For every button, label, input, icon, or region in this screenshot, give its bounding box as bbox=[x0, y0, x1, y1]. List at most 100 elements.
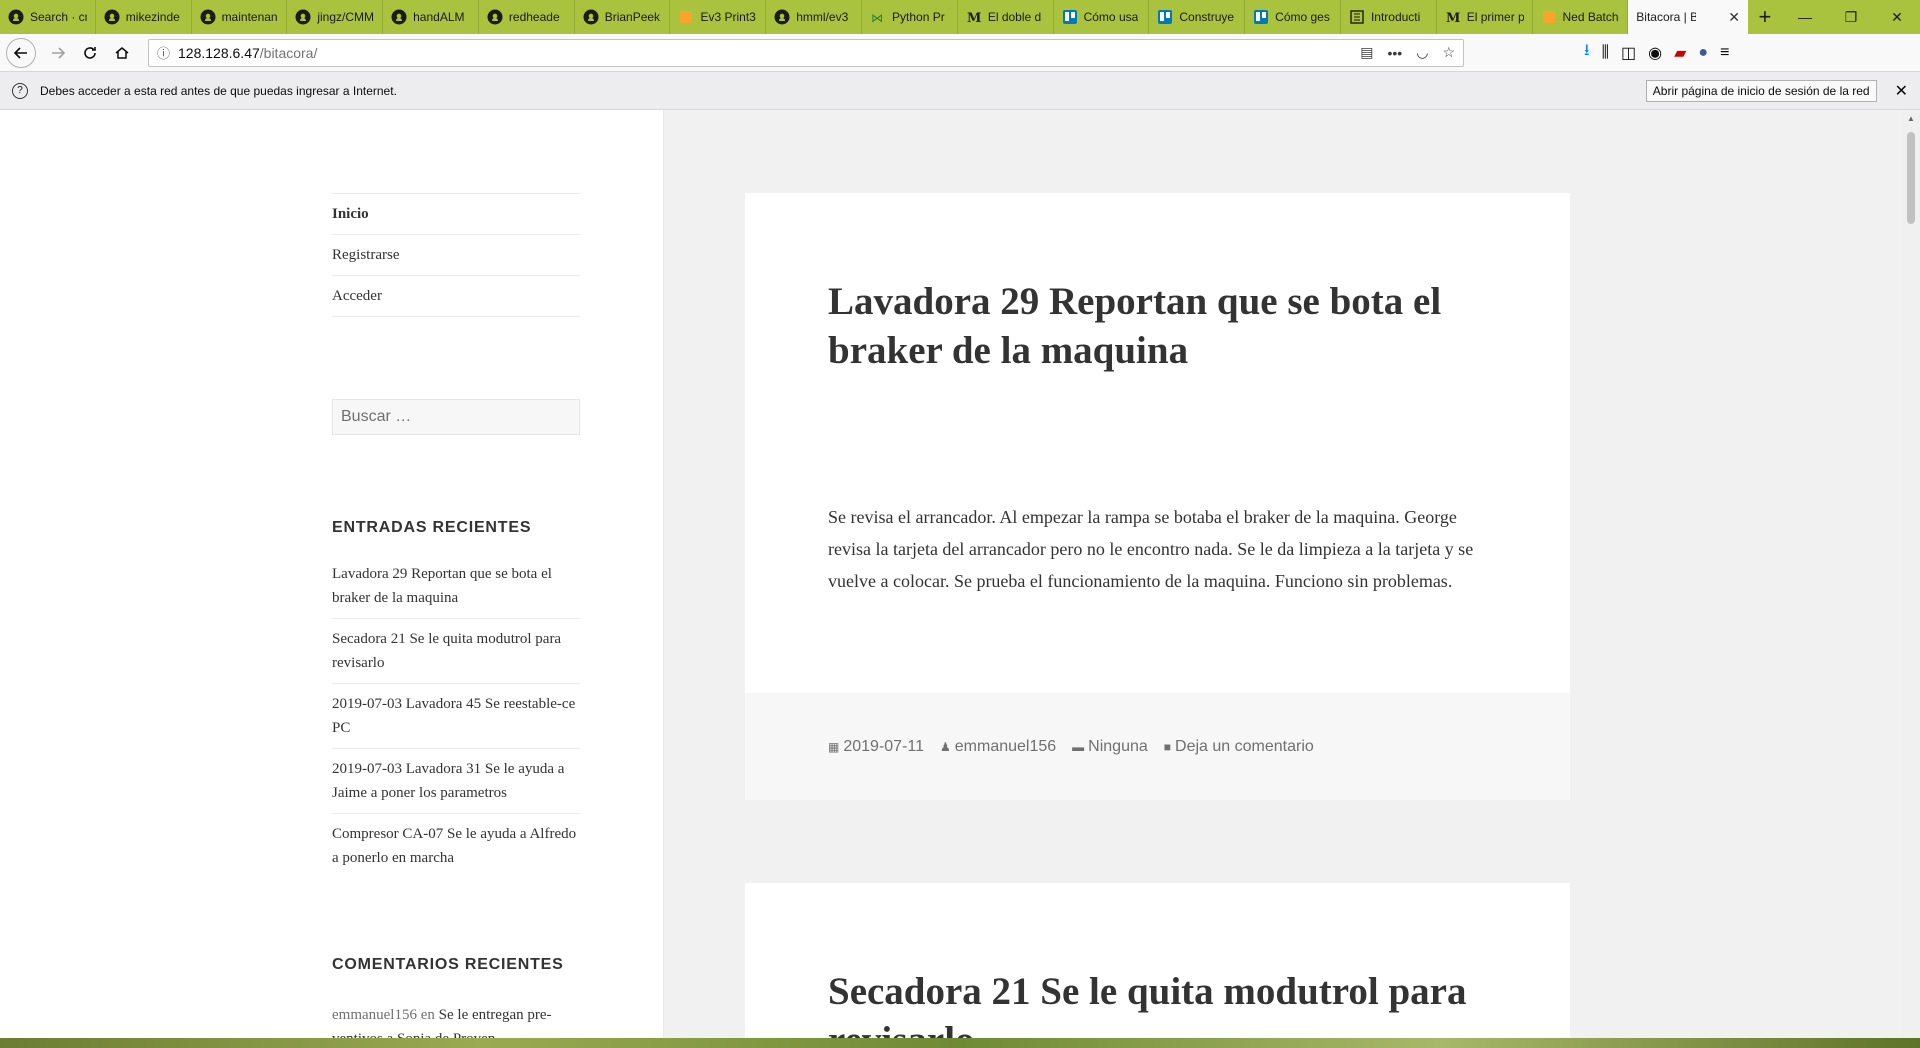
captive-portal-notice: ? Debes acceder a esta red antes de que … bbox=[0, 72, 1920, 110]
medium-icon: M bbox=[1445, 9, 1461, 25]
recent-posts-list: Lavadora 29 Reportan que se bota el brak… bbox=[332, 562, 580, 878]
post-author-link[interactable]: emmanuel156 bbox=[955, 738, 1056, 756]
post-title-link[interactable]: Lavadora 29 Reportan que se bota el brak… bbox=[828, 277, 1488, 375]
nav-link-acceder[interactable]: Acceder bbox=[332, 276, 580, 317]
browser-tab[interactable]: Search · cm bbox=[0, 0, 96, 34]
browser-tab[interactable]: handALM bbox=[383, 0, 479, 34]
back-arrow-icon bbox=[13, 46, 27, 59]
doc-icon bbox=[1349, 9, 1365, 25]
recent-comments-title: COMENTARIOS RECIENTES bbox=[332, 956, 564, 973]
browser-tab[interactable]: Ev3 Print3 bbox=[670, 0, 767, 34]
github-icon bbox=[583, 9, 599, 25]
tab-label: BrianPeek bbox=[604, 10, 661, 24]
tab-label: jingz/CMM bbox=[317, 10, 375, 24]
home-button[interactable] bbox=[106, 37, 138, 69]
tab-label: redheade bbox=[508, 10, 560, 24]
recent-post-link[interactable]: Secadora 21 Se le quita modutrol para re… bbox=[332, 618, 580, 683]
site-icon bbox=[678, 9, 694, 25]
reader-view-icon[interactable]: ▤ bbox=[1360, 44, 1373, 61]
nav-link-registrarse[interactable]: Registrarse bbox=[332, 235, 580, 276]
svg-text:M: M bbox=[1446, 11, 1460, 25]
browser-tab[interactable]: M El primer p bbox=[1437, 0, 1533, 34]
tab-label: El primer p bbox=[1466, 10, 1524, 24]
browser-tab[interactable]: Cómo usa bbox=[1054, 0, 1150, 34]
recent-post-link[interactable]: 2019-07-03 Lavadora 31 Se le ayuda a Jai… bbox=[332, 748, 580, 813]
minimize-icon[interactable]: — bbox=[1782, 0, 1828, 34]
browser-tab-active[interactable]: Bitacora | B ✕ bbox=[1628, 0, 1748, 34]
recent-post-link[interactable]: 2019-07-03 Lavadora 45 Se reestable-ce P… bbox=[332, 683, 580, 748]
browser-tab[interactable]: M El doble d bbox=[958, 0, 1054, 34]
tab-label: Introducti bbox=[1370, 10, 1421, 24]
trello-icon bbox=[1062, 9, 1078, 25]
navigation-bar: ⓘ 128.128.6.47/bitacora/ ▤ ••• ◡ ☆ ⭳ ⫼ ◫… bbox=[0, 34, 1920, 72]
window-controls: — ❐ ✕ bbox=[1782, 0, 1920, 34]
browser-tab[interactable]: maintenan bbox=[192, 0, 288, 34]
nav-link-inicio[interactable]: Inicio bbox=[332, 194, 580, 235]
leave-comment-link[interactable]: Deja un comentario bbox=[1175, 738, 1314, 756]
calendar-icon: ▦ bbox=[828, 739, 840, 754]
github-icon bbox=[487, 9, 503, 25]
forward-button[interactable] bbox=[42, 37, 74, 69]
tab-label: Ev3 Print3 bbox=[700, 10, 756, 24]
browser-tab[interactable]: mikezinde bbox=[96, 0, 192, 34]
menu-icon[interactable]: ≡ bbox=[1720, 44, 1729, 62]
site-info-icon[interactable]: ⓘ bbox=[157, 43, 170, 62]
downloads-icon[interactable]: ⭳ bbox=[1584, 39, 1590, 66]
page-actions-icon[interactable]: ••• bbox=[1388, 45, 1403, 61]
post-card: Secadora 21 Se le quita modutrol para re… bbox=[745, 883, 1570, 1038]
close-icon[interactable]: ✕ bbox=[1895, 81, 1908, 101]
post-title-link[interactable]: Secadora 21 Se le quita modutrol para re… bbox=[828, 967, 1488, 1038]
user-icon: ♟ bbox=[940, 739, 951, 754]
trello-icon bbox=[1253, 9, 1269, 25]
tab-label: hmml/ev3 bbox=[796, 10, 849, 24]
browser-tab[interactable]: ⋈ Python Pr bbox=[862, 0, 958, 34]
back-button[interactable] bbox=[6, 37, 36, 68]
sidebar-toggle-icon[interactable]: ◫ bbox=[1621, 43, 1636, 63]
extension-icon[interactable]: ● bbox=[1698, 44, 1708, 62]
browser-tab[interactable]: Ned Batch bbox=[1533, 0, 1629, 34]
close-window-icon[interactable]: ✕ bbox=[1874, 0, 1920, 34]
scroll-up-icon[interactable]: ▲ bbox=[1907, 114, 1915, 123]
browser-tab[interactable]: BrianPeek bbox=[575, 0, 671, 34]
library-icon[interactable]: ⫼ bbox=[1602, 44, 1609, 62]
home-icon bbox=[115, 46, 129, 59]
github-icon bbox=[391, 9, 407, 25]
page-scrollbar[interactable]: ▲ bbox=[1902, 110, 1920, 1038]
post-date-link[interactable]: 2019-07-11 bbox=[843, 738, 924, 756]
restore-icon[interactable]: ❐ bbox=[1828, 0, 1874, 34]
browser-tab[interactable]: Cómo ges bbox=[1245, 0, 1341, 34]
open-login-page-button[interactable]: Abrir página de inicio de sesión de la r… bbox=[1645, 79, 1877, 102]
search-input[interactable]: Buscar … bbox=[332, 399, 580, 435]
browser-tab[interactable]: jingz/CMM bbox=[287, 0, 384, 34]
browser-tab[interactable]: redheade bbox=[479, 0, 575, 34]
folder-icon: ▬ bbox=[1072, 739, 1085, 754]
sidebar: Inicio Registrarse Acceder Buscar … ENTR… bbox=[0, 110, 663, 1038]
post-meta: ▦ 2019-07-11 ♟ emmanuel156 ▬ Ninguna ■ Deja … bbox=[745, 693, 1570, 800]
tab-label: El doble d bbox=[987, 10, 1042, 24]
recent-post-link[interactable]: Lavadora 29 Reportan que se bota el brak… bbox=[332, 562, 580, 618]
python-icon: ⋈ bbox=[870, 9, 886, 25]
tab-label: mikezinde bbox=[125, 10, 180, 24]
close-tab-icon[interactable]: ✕ bbox=[1728, 9, 1740, 26]
url-path: /bitacora/ bbox=[259, 44, 318, 61]
reload-button[interactable] bbox=[74, 37, 106, 69]
browser-tab[interactable]: Introducti bbox=[1341, 0, 1437, 34]
browser-tab[interactable]: hmml/ev3 bbox=[766, 0, 863, 34]
browser-tab[interactable]: Construye bbox=[1149, 0, 1246, 34]
post-category-link[interactable]: Ninguna bbox=[1088, 738, 1148, 756]
recent-post-link[interactable]: Compresor CA-07 Se le ayuda a Alfredo a … bbox=[332, 813, 580, 878]
pocket-icon[interactable]: ◡ bbox=[1416, 44, 1428, 61]
bookmark-star-icon[interactable]: ☆ bbox=[1442, 44, 1455, 61]
new-tab-button[interactable]: + bbox=[1748, 0, 1782, 34]
tab-label: Python Pr bbox=[892, 10, 945, 24]
post-content: Se revisa el arrancador. Al empezar la r… bbox=[828, 507, 1474, 591]
url-host: 128.128.6.47 bbox=[178, 44, 260, 61]
tab-label: Search · cm bbox=[30, 10, 87, 24]
tab-label: handALM bbox=[413, 10, 465, 24]
account-icon[interactable]: ◉ bbox=[1648, 43, 1662, 63]
pdf-extension-icon[interactable]: ▰ bbox=[1674, 43, 1686, 63]
reload-icon bbox=[84, 46, 96, 59]
url-bar[interactable]: ⓘ 128.128.6.47/bitacora/ ▤ ••• ◡ ☆ bbox=[148, 38, 1464, 67]
scroll-thumb[interactable] bbox=[1907, 132, 1915, 224]
github-icon bbox=[104, 9, 120, 25]
